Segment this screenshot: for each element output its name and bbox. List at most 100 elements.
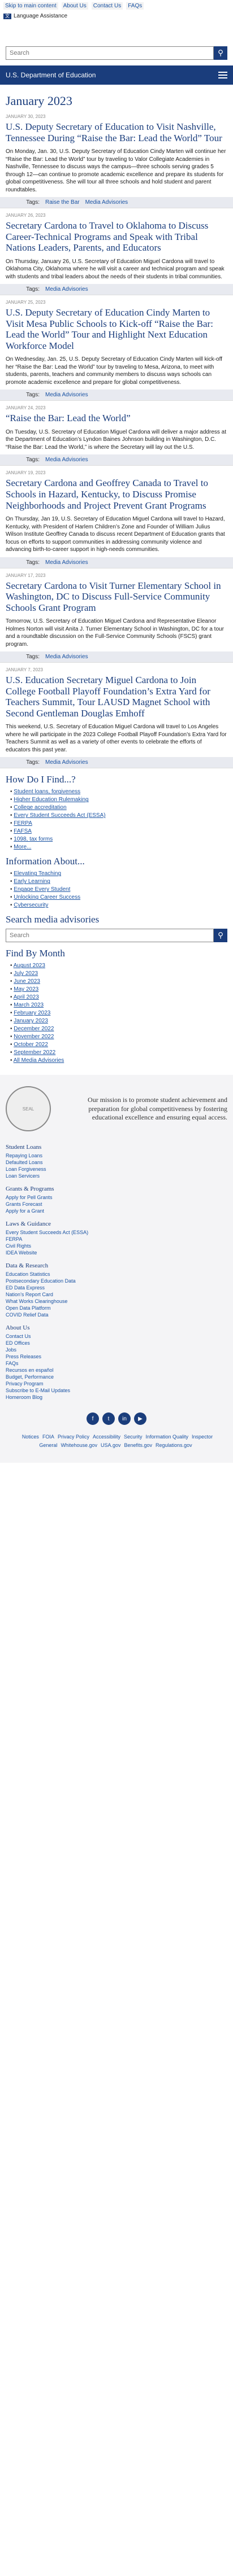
media-search-input[interactable] bbox=[6, 929, 214, 943]
month-item-link[interactable]: January 2023 bbox=[14, 1018, 48, 1024]
linkedin-icon[interactable]: in bbox=[118, 1412, 131, 1425]
footer-link[interactable]: ED Offices bbox=[6, 1340, 227, 1346]
footer-link[interactable]: Apply for Pell Grants bbox=[6, 1195, 227, 1200]
footer-link[interactable]: Grants Forecast bbox=[6, 1201, 227, 1207]
month-item-link[interactable]: February 2023 bbox=[14, 1010, 50, 1016]
footer-link[interactable]: Homeroom Blog bbox=[6, 1394, 227, 1400]
footer-link[interactable]: Education Statistics bbox=[6, 1271, 227, 1277]
footer-link[interactable]: Defaulted Loans bbox=[6, 1160, 227, 1165]
info-item-link[interactable]: Early Learning bbox=[14, 878, 50, 885]
footer-link[interactable]: What Works Clearinghouse bbox=[6, 1298, 227, 1304]
bottom-link[interactable]: Notices bbox=[22, 1434, 39, 1440]
article-title[interactable]: U.S. Deputy Secretary of Education Cindy… bbox=[6, 307, 227, 351]
tag-link[interactable]: Media Advisories bbox=[45, 457, 88, 463]
footer-link[interactable]: Budget, Performance bbox=[6, 1374, 227, 1380]
bottom-link[interactable]: Whitehouse.gov bbox=[61, 1442, 97, 1448]
bottom-link[interactable]: Security bbox=[124, 1434, 143, 1440]
article-title[interactable]: Secretary Cardona to Travel to Oklahoma … bbox=[6, 220, 227, 253]
bottom-link[interactable]: FOIA bbox=[42, 1434, 54, 1440]
search-input[interactable] bbox=[6, 46, 214, 60]
menu-icon[interactable] bbox=[218, 70, 227, 80]
footer-section: Laws & Guidance Every Student Succeeds Ac… bbox=[6, 1221, 227, 1256]
site-name[interactable]: U.S. Department of Education bbox=[6, 71, 96, 79]
month-item-link[interactable]: April 2023 bbox=[14, 994, 39, 1000]
footer-link[interactable]: Nation’s Report Card bbox=[6, 1292, 227, 1297]
footer-link[interactable]: Jobs bbox=[6, 1347, 227, 1353]
article-title[interactable]: U.S. Deputy Secretary of Education to Vi… bbox=[6, 121, 227, 143]
info-item-link[interactable]: Elevating Teaching bbox=[14, 871, 61, 877]
find-item: Higher Education Rulemaking bbox=[10, 797, 227, 803]
footer-link[interactable]: Contact Us bbox=[6, 1333, 227, 1339]
find-item-link[interactable]: Every Student Succeeds Act (ESSA) bbox=[14, 812, 105, 819]
bottom-link[interactable]: Privacy Policy bbox=[58, 1434, 89, 1440]
tag-link[interactable]: Media Advisories bbox=[45, 392, 88, 398]
find-item-link[interactable]: More... bbox=[14, 844, 31, 850]
footer-link[interactable]: Privacy Program bbox=[6, 1381, 227, 1387]
find-item-link[interactable]: FAFSA bbox=[14, 828, 32, 834]
footer-link[interactable]: Postsecondary Education Data bbox=[6, 1278, 227, 1284]
find-item-link[interactable]: Student loans, forgiveness bbox=[14, 789, 80, 795]
article-tags: Tags: Media Advisories bbox=[0, 454, 233, 466]
month-item-link[interactable]: June 2023 bbox=[14, 978, 40, 985]
info-item-link[interactable]: Cybersecurity bbox=[14, 902, 48, 908]
footer-link[interactable]: Subscribe to E-Mail Updates bbox=[6, 1388, 227, 1393]
footer-link[interactable]: Civil Rights bbox=[6, 1243, 227, 1249]
skip-link[interactable]: Contact Us bbox=[91, 2, 123, 10]
youtube-icon[interactable]: ▶ bbox=[134, 1412, 146, 1425]
info-item-link[interactable]: Unlocking Career Success bbox=[14, 894, 80, 900]
search-button[interactable]: ⚲ bbox=[214, 46, 227, 60]
find-item: Every Student Succeeds Act (ESSA) bbox=[10, 812, 227, 819]
tag-link[interactable]: Media Advisories bbox=[45, 654, 88, 660]
tag-link[interactable]: Media Advisories bbox=[45, 559, 88, 566]
month-item-link[interactable]: July 2023 bbox=[14, 970, 38, 977]
month-item-link[interactable]: August 2023 bbox=[14, 963, 45, 969]
footer-link[interactable]: Every Student Succeeds Act (ESSA) bbox=[6, 1230, 227, 1235]
tag-link[interactable]: Media Advisories bbox=[45, 286, 88, 292]
month-item-link[interactable]: September 2022 bbox=[14, 1049, 55, 1056]
month-item-link[interactable]: December 2022 bbox=[14, 1026, 54, 1032]
footer-link[interactable]: FAQs bbox=[6, 1361, 227, 1366]
media-search-button[interactable]: ⚲ bbox=[214, 929, 227, 943]
footer-link[interactable]: Loan Servicers bbox=[6, 1173, 227, 1179]
footer-link[interactable]: IDEA Website bbox=[6, 1250, 227, 1256]
article-title[interactable]: Secretary Cardona and Geoffrey Canada to… bbox=[6, 478, 227, 511]
info-item-link[interactable]: Engage Every Student bbox=[14, 886, 70, 893]
find-item-link[interactable]: Higher Education Rulemaking bbox=[14, 797, 88, 803]
skip-link[interactable]: FAQs bbox=[126, 2, 144, 10]
month-item-link[interactable]: October 2022 bbox=[14, 1042, 48, 1048]
bottom-link[interactable]: Benefits.gov bbox=[124, 1442, 153, 1448]
skip-link[interactable]: Skip to main content bbox=[3, 2, 58, 10]
footer-link[interactable]: ED Data Express bbox=[6, 1285, 227, 1291]
footer-link[interactable]: FERPA bbox=[6, 1236, 227, 1242]
footer-link[interactable]: Apply for a Grant bbox=[6, 1208, 227, 1214]
info-item: Cybersecurity bbox=[10, 902, 227, 908]
twitter-icon[interactable]: t bbox=[102, 1412, 115, 1425]
month-item-link[interactable]: All Media Advisories bbox=[14, 1057, 64, 1064]
article-date: JANUARY 30, 2023 bbox=[6, 114, 46, 119]
article-title[interactable]: “Raise the Bar: Lead the World” bbox=[6, 413, 227, 424]
tag-link[interactable]: Media Advisories bbox=[45, 759, 88, 766]
find-item-link[interactable]: 1098, tax forms bbox=[14, 836, 53, 842]
skip-link[interactable]: About Us bbox=[61, 2, 88, 10]
month-item-link[interactable]: November 2022 bbox=[14, 1034, 54, 1040]
footer-link[interactable]: Repaying Loans bbox=[6, 1153, 227, 1158]
find-item-link[interactable]: College accreditation bbox=[14, 804, 66, 811]
article-title[interactable]: Secretary Cardona to Visit Turner Elemen… bbox=[6, 580, 227, 614]
language-assistance[interactable]: 文 Language Assistance bbox=[0, 12, 233, 24]
bottom-link[interactable]: Information Quality bbox=[146, 1434, 189, 1440]
tag-link[interactable]: Raise the Bar bbox=[45, 199, 80, 205]
footer-link[interactable]: COVID Relief Data bbox=[6, 1312, 227, 1318]
bottom-link[interactable]: Accessibility bbox=[93, 1434, 120, 1440]
month-item-link[interactable]: March 2023 bbox=[14, 1002, 44, 1008]
article-title[interactable]: U.S. Education Secretary Miguel Cardona … bbox=[6, 675, 227, 719]
tag-link[interactable]: Media Advisories bbox=[85, 199, 128, 205]
footer-link[interactable]: Open Data Platform bbox=[6, 1305, 227, 1311]
month-item-link[interactable]: May 2023 bbox=[14, 986, 38, 992]
bottom-link[interactable]: Regulations.gov bbox=[156, 1442, 192, 1448]
bottom-link[interactable]: USA.gov bbox=[101, 1442, 121, 1448]
facebook-icon[interactable]: f bbox=[87, 1412, 99, 1425]
find-item-link[interactable]: FERPA bbox=[14, 820, 32, 826]
footer-link[interactable]: Loan Forgiveness bbox=[6, 1166, 227, 1172]
footer-link[interactable]: Recursos en español bbox=[6, 1367, 227, 1373]
footer-link[interactable]: Press Releases bbox=[6, 1354, 227, 1359]
